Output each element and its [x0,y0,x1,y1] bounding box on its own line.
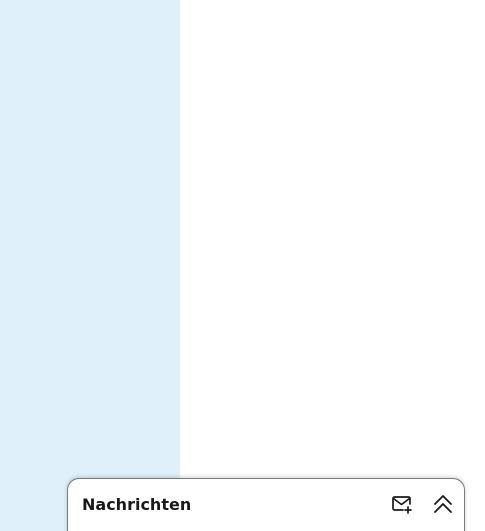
new-message-icon [390,492,414,516]
messaging-overlay-bar[interactable]: Nachrichten [67,478,465,531]
main-content-area [180,0,485,531]
left-sidebar-panel [0,0,180,531]
new-message-button[interactable] [389,491,415,517]
page: Nachrichten [0,0,485,531]
messaging-title: Nachrichten [82,495,192,514]
expand-messaging-button[interactable] [430,491,456,517]
double-chevron-up-icon [431,492,455,516]
